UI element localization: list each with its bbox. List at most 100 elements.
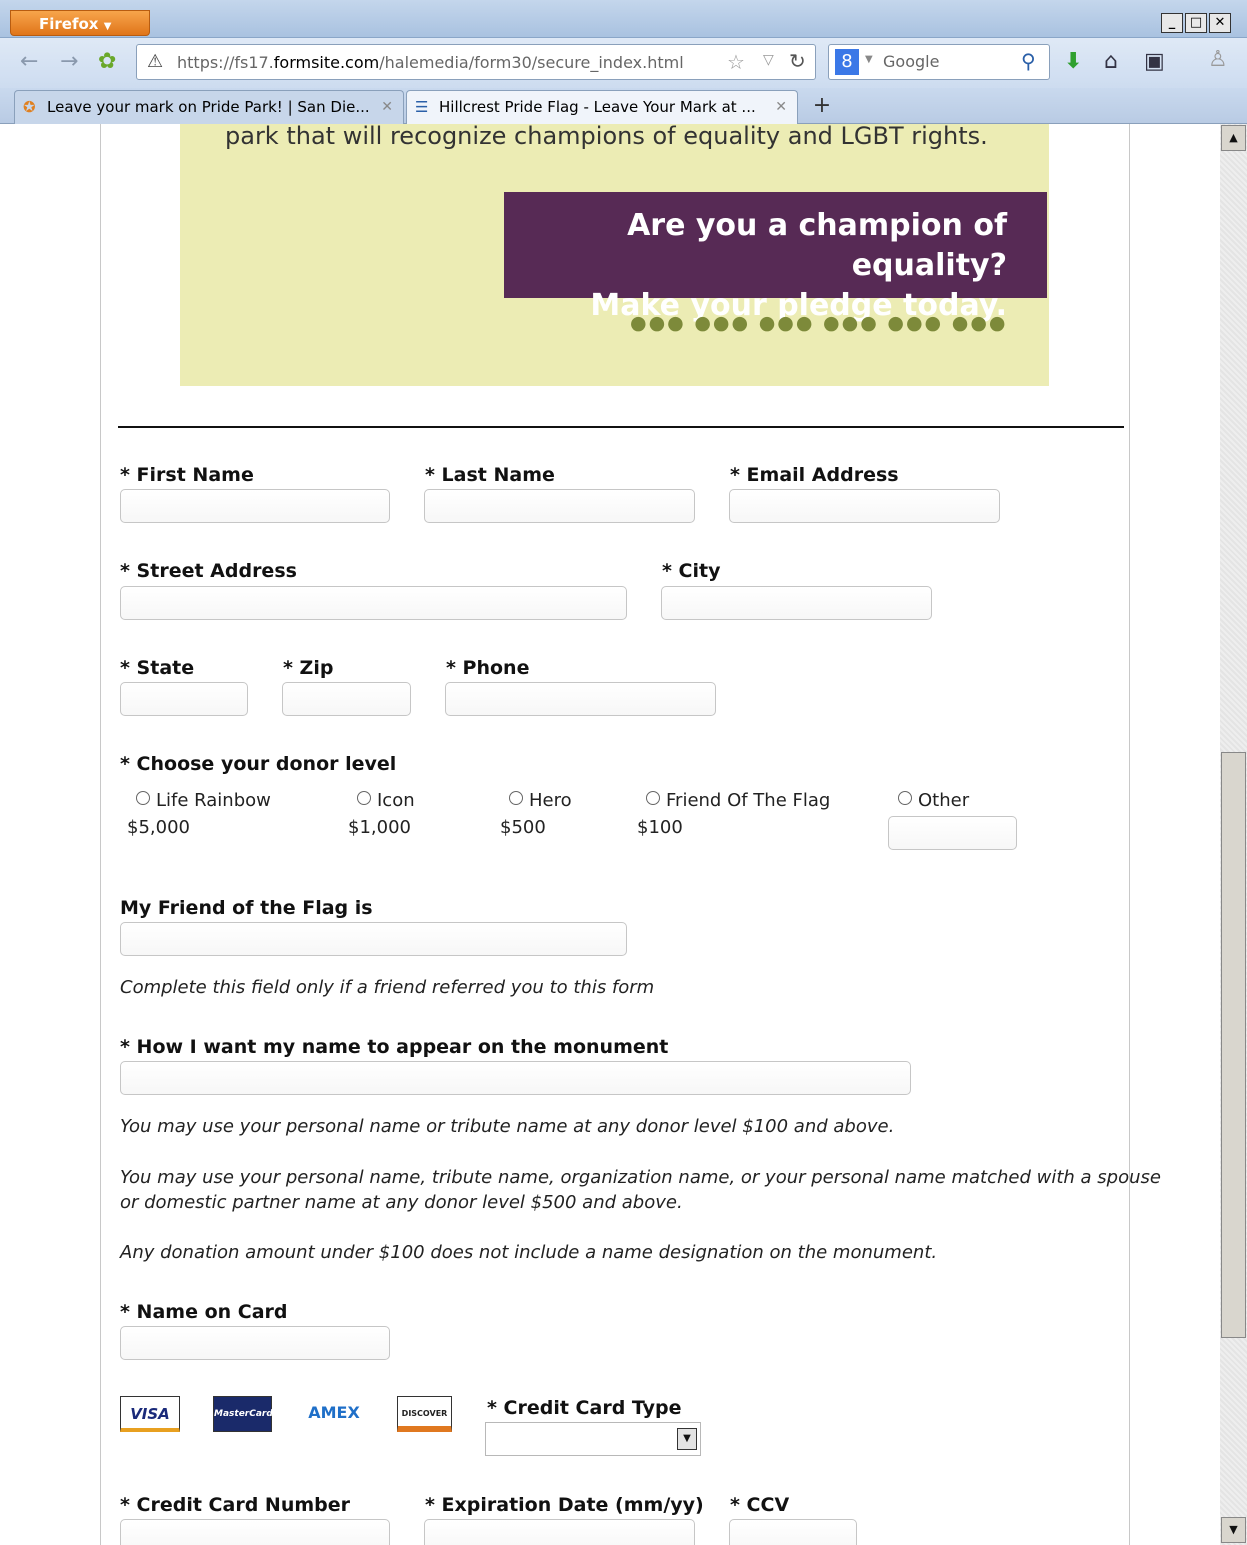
chevron-down-icon[interactable]: ▼ bbox=[677, 1428, 697, 1450]
phone-label: * Phone bbox=[446, 657, 530, 679]
tab-pride-park[interactable]: ✪ Leave your mark on Pride Park! | San D… bbox=[14, 90, 404, 124]
bookmarks-menu-icon[interactable]: ▣ bbox=[1144, 50, 1165, 74]
option-label: Other bbox=[918, 790, 970, 811]
monument-note: You may use your personal name or tribut… bbox=[120, 1116, 895, 1137]
option-label: Hero bbox=[529, 790, 572, 811]
profile-icon[interactable]: ♙ bbox=[1208, 48, 1228, 72]
donor-option-icon[interactable]: Icon bbox=[357, 790, 415, 811]
donor-option-other[interactable]: Other bbox=[898, 790, 969, 811]
reload-icon[interactable]: ↻ bbox=[789, 49, 806, 73]
donor-option-life-rainbow[interactable]: Life Rainbow bbox=[136, 790, 271, 811]
scroll-up-arrow[interactable]: ▲ bbox=[1221, 125, 1246, 151]
monument-name-label: * How I want my name to appear on the mo… bbox=[120, 1036, 669, 1058]
radio-button[interactable] bbox=[898, 791, 912, 805]
minimize-button[interactable]: _ bbox=[1161, 13, 1183, 33]
new-tab-button[interactable]: + bbox=[804, 92, 840, 122]
tab-bar: ✪ Leave your mark on Pride Park! | San D… bbox=[0, 88, 1247, 124]
radio-button[interactable] bbox=[357, 791, 371, 805]
page-icon: ☰ bbox=[415, 98, 429, 116]
bookmark-star-icon[interactable]: ☆ bbox=[727, 50, 745, 74]
search-icon[interactable]: ⚲ bbox=[1021, 49, 1036, 73]
url-text: https://fs17.formsite.com/halemedia/form… bbox=[177, 53, 684, 72]
close-tab-icon[interactable]: ✕ bbox=[381, 91, 393, 123]
card-type-label: * Credit Card Type bbox=[487, 1397, 682, 1419]
last-name-input[interactable] bbox=[424, 489, 695, 523]
search-placeholder: Google bbox=[883, 52, 940, 71]
close-tab-icon[interactable]: ✕ bbox=[775, 91, 787, 123]
zip-label: * Zip bbox=[283, 657, 334, 679]
city-input[interactable] bbox=[661, 586, 932, 620]
page-viewport: park that will recognize champions of eq… bbox=[0, 124, 1220, 1545]
back-icon[interactable]: ← bbox=[20, 50, 38, 74]
monument-note: You may use your personal name, tribute … bbox=[120, 1167, 1161, 1188]
donor-option-hero[interactable]: Hero bbox=[509, 790, 572, 811]
maximize-button[interactable]: □ bbox=[1185, 13, 1207, 33]
zip-input[interactable] bbox=[282, 682, 411, 716]
warning-icon: ⚠ bbox=[147, 51, 164, 72]
scrollbar-thumb[interactable] bbox=[1221, 752, 1246, 1338]
forward-icon[interactable]: → bbox=[60, 50, 78, 74]
option-label: Friend Of The Flag bbox=[666, 790, 831, 811]
home-icon[interactable]: ⌂ bbox=[1104, 50, 1118, 74]
option-amount: $500 bbox=[500, 817, 546, 838]
card-type-select[interactable]: ▼ bbox=[485, 1422, 701, 1456]
state-input[interactable] bbox=[120, 682, 248, 716]
navigation-toolbar: ← → ✿ ⚠ https://fs17.formsite.com/haleme… bbox=[0, 38, 1247, 88]
monument-name-input[interactable] bbox=[120, 1061, 911, 1095]
mastercard-logo: MasterCard bbox=[213, 1396, 273, 1432]
radio-button[interactable] bbox=[136, 791, 150, 805]
tab-label: Leave your mark on Pride Park! | San Die… bbox=[47, 98, 370, 116]
phone-input[interactable] bbox=[445, 682, 716, 716]
card-number-input[interactable] bbox=[120, 1519, 390, 1545]
ccv-label: * CCV bbox=[730, 1494, 790, 1516]
url-bar[interactable]: ⚠ https://fs17.formsite.com/halemedia/fo… bbox=[136, 44, 816, 80]
name-on-card-input[interactable] bbox=[120, 1326, 390, 1360]
donor-level-label: * Choose your donor level bbox=[120, 753, 397, 775]
option-amount: $5,000 bbox=[127, 817, 190, 838]
search-bar[interactable]: 8 ▼ Google ⚲ bbox=[828, 44, 1050, 80]
expiration-date-input[interactable] bbox=[424, 1519, 695, 1545]
vertical-scrollbar[interactable]: ▲ ▼ bbox=[1220, 124, 1247, 1545]
other-amount-input[interactable] bbox=[888, 816, 1017, 850]
first-name-label: * First Name bbox=[120, 464, 254, 486]
amex-logo: AMEX bbox=[305, 1396, 363, 1432]
discover-logo: DISCOVER bbox=[397, 1396, 452, 1432]
name-on-card-label: * Name on Card bbox=[120, 1301, 288, 1323]
title-bar: Firefox ▼ _ □ ✕ bbox=[0, 0, 1247, 38]
monument-note: or domestic partner name at any donor le… bbox=[120, 1192, 683, 1213]
card-number-label: * Credit Card Number bbox=[120, 1494, 350, 1516]
street-address-label: * Street Address bbox=[120, 560, 297, 582]
addon-icon[interactable]: ✿ bbox=[98, 50, 116, 74]
radio-button[interactable] bbox=[646, 791, 660, 805]
scroll-down-arrow[interactable]: ▼ bbox=[1221, 1517, 1246, 1543]
tab-hillcrest-pride-flag[interactable]: ☰ Hillcrest Pride Flag - Leave Your Mark… bbox=[406, 90, 798, 124]
last-name-label: * Last Name bbox=[425, 464, 555, 486]
ccv-input[interactable] bbox=[729, 1519, 857, 1545]
firefox-menu-button[interactable]: Firefox ▼ bbox=[10, 10, 150, 36]
expiration-date-label: * Expiration Date (mm/yy) bbox=[425, 1494, 704, 1516]
download-icon[interactable]: ⬇ bbox=[1064, 50, 1082, 74]
option-amount: $100 bbox=[637, 817, 683, 838]
banner-text: park that will recognize champions of eq… bbox=[225, 124, 988, 150]
radio-button[interactable] bbox=[509, 791, 523, 805]
decorative-dots: ●●● ●●● ●●● ●●● ●●● ●●● bbox=[630, 312, 1008, 334]
friend-of-flag-input[interactable] bbox=[120, 922, 627, 956]
callout-line-1: Are you a champion of equality? bbox=[627, 208, 1007, 283]
search-engine-dropdown-icon[interactable]: ▼ bbox=[865, 54, 873, 65]
email-input[interactable] bbox=[729, 489, 1000, 523]
first-name-input[interactable] bbox=[120, 489, 390, 523]
monument-note: Any donation amount under $100 does not … bbox=[120, 1242, 938, 1263]
donor-option-friend-of-the-flag[interactable]: Friend Of The Flag bbox=[646, 790, 830, 811]
chevron-down-icon: ▼ bbox=[103, 21, 112, 32]
close-window-button[interactable]: ✕ bbox=[1209, 13, 1231, 33]
google-icon[interactable]: 8 bbox=[835, 49, 859, 75]
visa-logo: VISA bbox=[120, 1396, 180, 1432]
favicon-icon: ✪ bbox=[23, 98, 36, 116]
option-amount: $1,000 bbox=[348, 817, 411, 838]
history-dropdown-icon[interactable]: ▽ bbox=[763, 52, 774, 68]
option-label: Icon bbox=[377, 790, 415, 811]
street-address-input[interactable] bbox=[120, 586, 627, 620]
friend-of-flag-label: My Friend of the Flag is bbox=[120, 897, 373, 919]
state-label: * State bbox=[120, 657, 195, 679]
header-banner: park that will recognize champions of eq… bbox=[180, 124, 1049, 386]
